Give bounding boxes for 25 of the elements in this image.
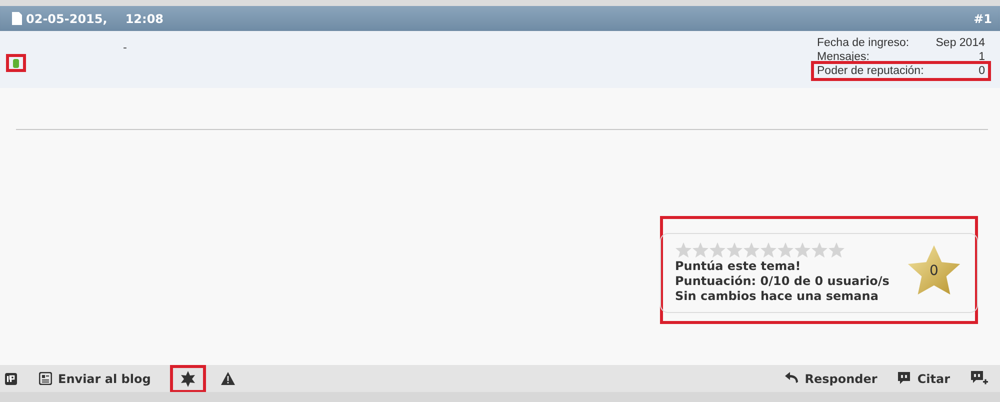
stat-value: Sep 2014 [936, 36, 985, 50]
multi-quote-icon [970, 371, 988, 386]
rating-score: 0 [930, 263, 938, 279]
quote-button[interactable]: Citar [893, 372, 954, 386]
stat-value: 0 [978, 64, 985, 78]
online-status-icon [13, 58, 19, 68]
send-to-blog-button[interactable]: Enviar al blog [35, 372, 155, 386]
stat-label: Poder de reputación: [817, 64, 924, 78]
reply-icon [784, 372, 799, 385]
star-icon[interactable] [180, 370, 196, 386]
separator-text: - [123, 43, 127, 53]
post-time: 12:08 [125, 12, 164, 26]
document-icon [39, 372, 52, 385]
document-icon [12, 12, 22, 25]
stat-value: 1 [978, 50, 985, 64]
post-date: 02-05-2015, [26, 12, 108, 26]
stat-label: Mensajes: [817, 50, 870, 64]
rating-text: Puntuación: 0/10 de 0 usuario/s [675, 274, 890, 289]
reply-button[interactable]: Responder [780, 372, 882, 386]
ip-icon[interactable] [5, 372, 17, 384]
warning-icon[interactable] [220, 372, 235, 385]
rating-text: Sin cambios hace una semana [675, 289, 880, 304]
stat-label: Fecha de ingreso: [817, 36, 910, 50]
quote-icon [897, 372, 912, 385]
rating-text: Puntúa este tema! [675, 259, 802, 274]
